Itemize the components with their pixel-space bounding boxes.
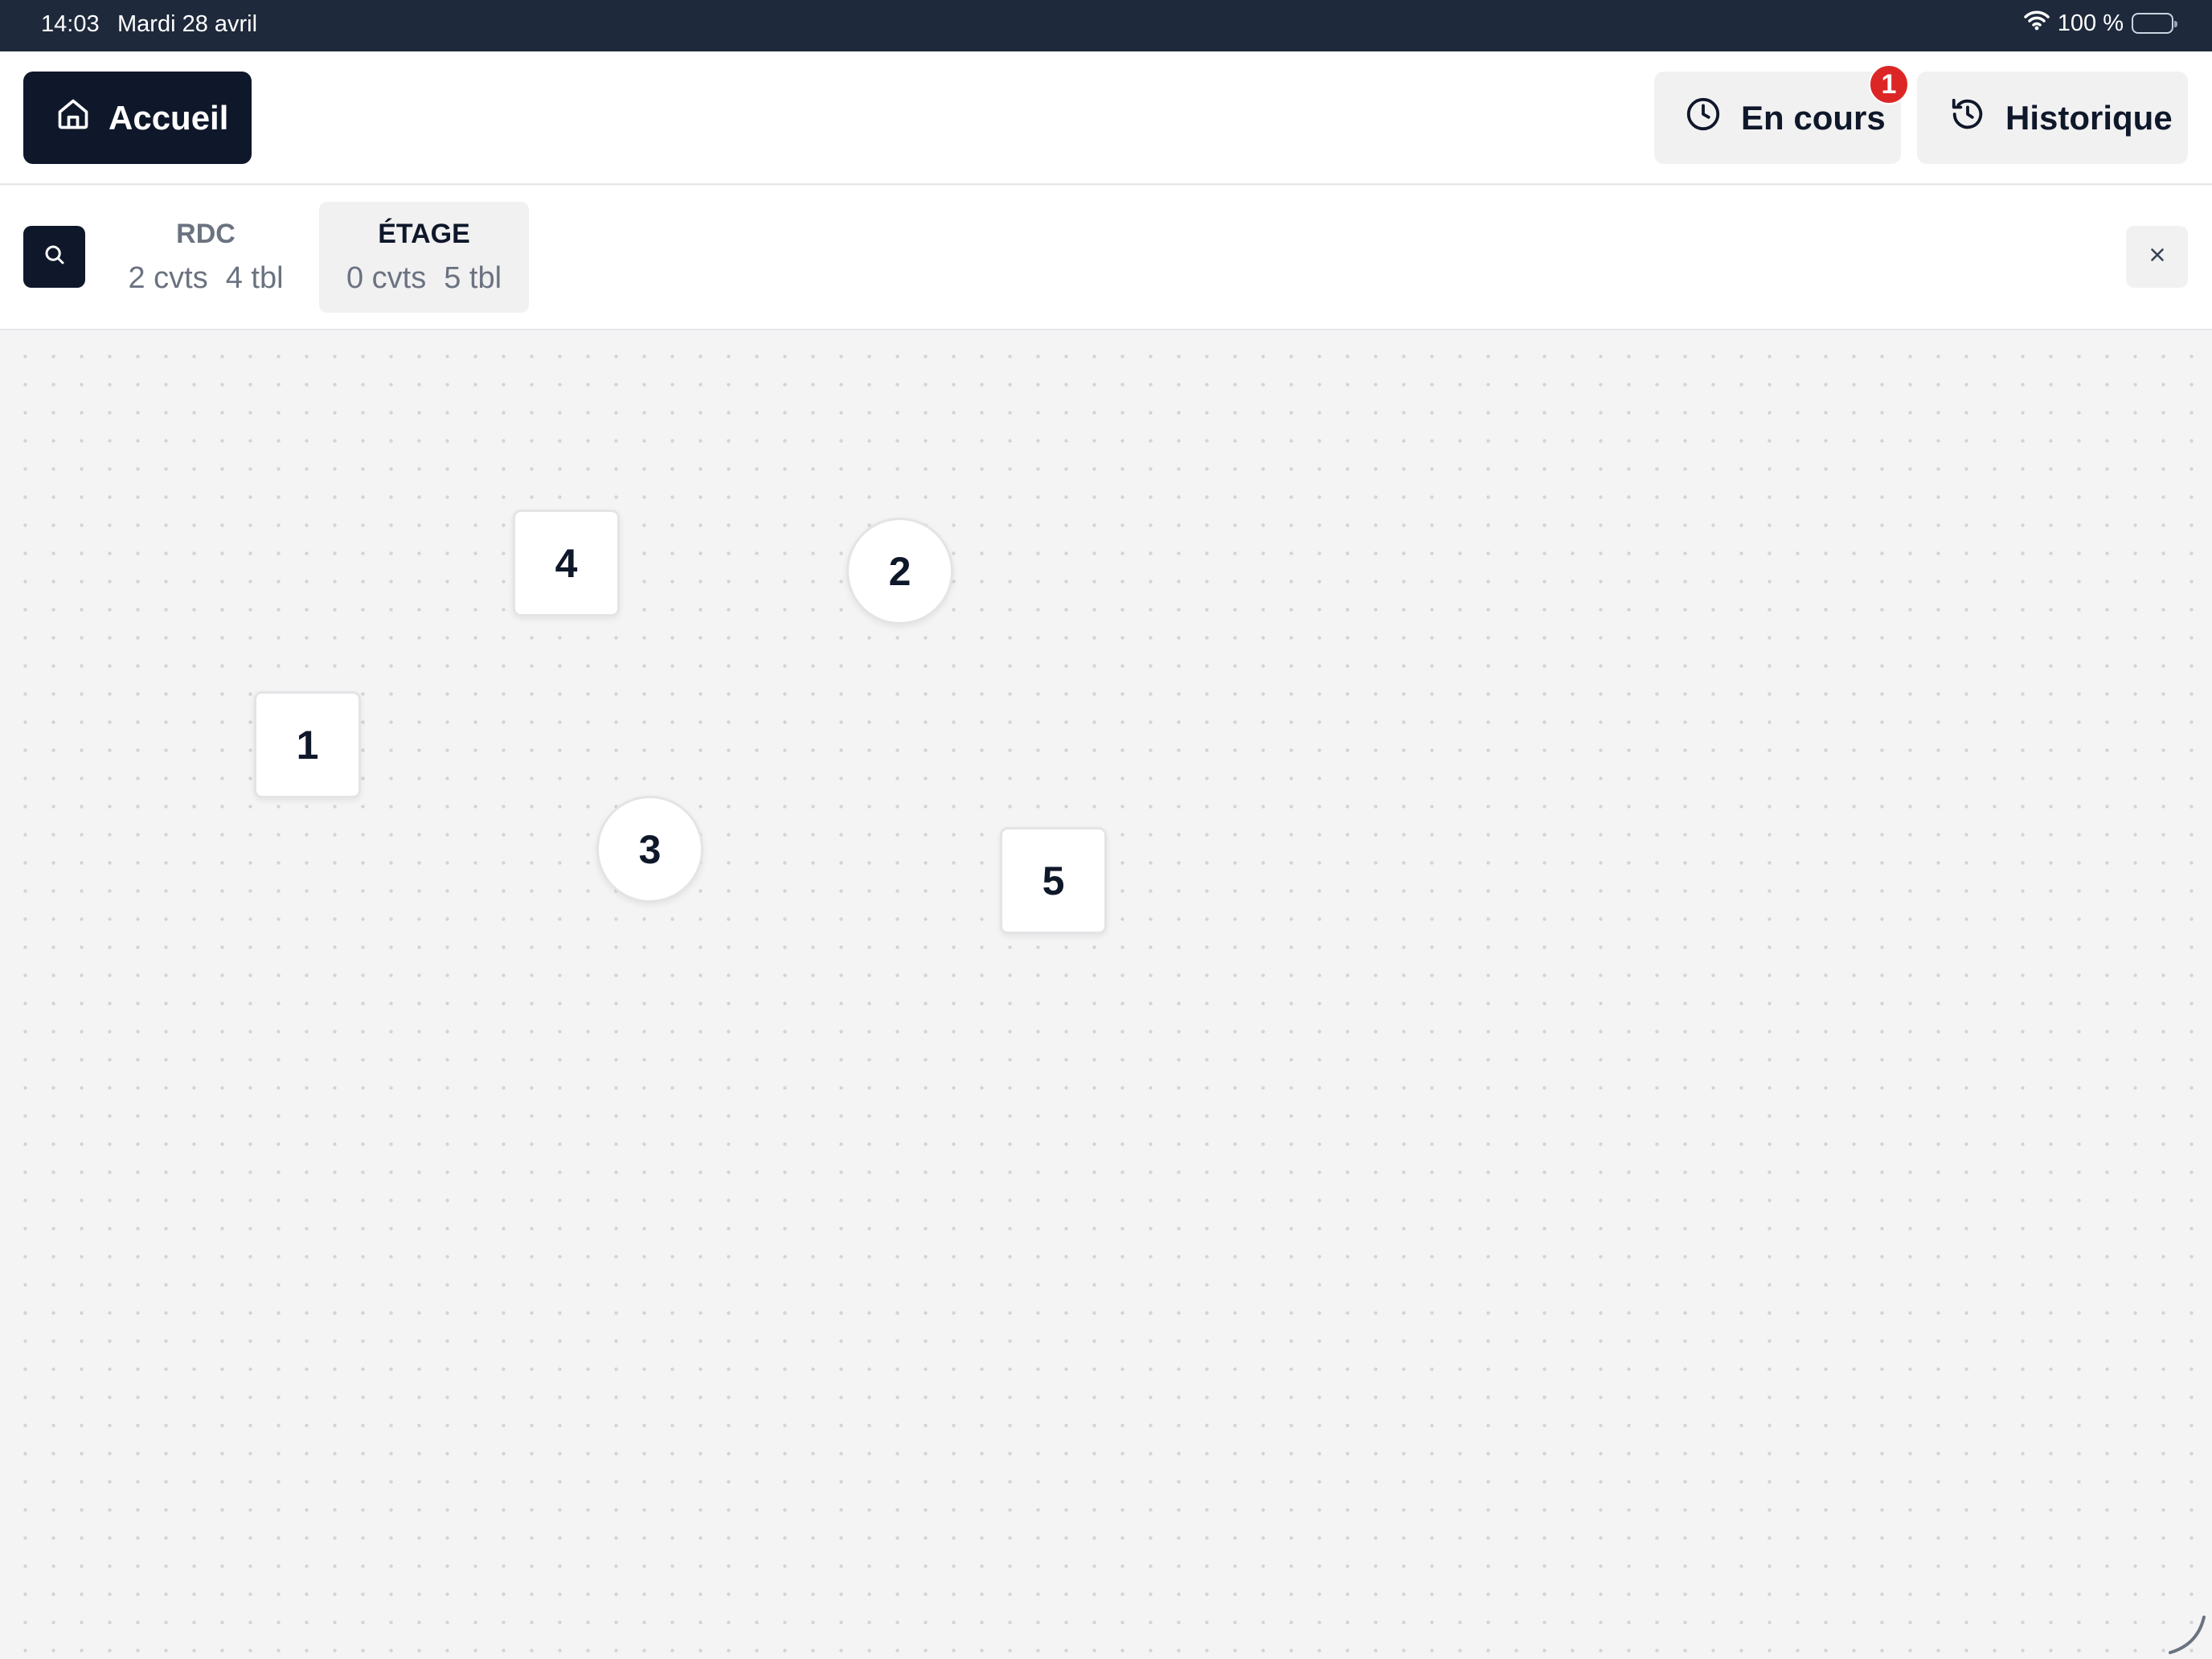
floor-tables: 4 tbl	[225, 261, 284, 295]
home-button-label: Accueil	[109, 98, 229, 137]
table-5[interactable]: 5	[1000, 827, 1107, 934]
floor-tab-name: ÉTAGE	[378, 219, 470, 249]
floor-tab-etage[interactable]: ÉTAGE 0 cvts 5 tbl	[319, 202, 529, 313]
floor-tab-stats: 2 cvts 4 tbl	[128, 261, 283, 296]
home-button[interactable]: Accueil	[23, 72, 252, 164]
battery-icon	[2132, 13, 2177, 34]
floor-bar: RDC 2 cvts 4 tbl ÉTAGE 0 cvts 5 tbl	[0, 186, 2212, 330]
floor-tab-stats: 0 cvts 5 tbl	[346, 261, 502, 296]
floor-tables: 5 tbl	[444, 261, 502, 295]
table-4[interactable]: 4	[513, 510, 620, 616]
history-icon	[1949, 96, 1986, 141]
floor-covers: 2 cvts	[128, 261, 208, 295]
search-button[interactable]	[23, 226, 85, 288]
battery-percent: 100 %	[2057, 10, 2124, 36]
status-time: 14:03	[41, 11, 100, 37]
clock-icon	[1685, 96, 1722, 141]
floor-covers: 0 cvts	[346, 261, 427, 295]
close-button[interactable]	[2126, 226, 2188, 288]
historique-button[interactable]: Historique	[1917, 72, 2188, 164]
en-cours-count-badge: 1	[1869, 64, 1909, 104]
floor-tab-rdc[interactable]: RDC 2 cvts 4 tbl	[111, 202, 301, 313]
close-icon	[2147, 244, 2168, 269]
floor-plan-canvas[interactable]: 4 2 1 3 5	[0, 331, 2212, 1659]
table-2[interactable]: 2	[846, 518, 953, 625]
table-3[interactable]: 3	[596, 796, 703, 903]
table-1[interactable]: 1	[254, 691, 361, 798]
floor-tab-name: RDC	[176, 219, 236, 249]
historique-label: Historique	[2005, 98, 2173, 137]
en-cours-label: En cours	[1741, 98, 1886, 137]
search-icon	[43, 243, 67, 271]
home-icon	[55, 96, 91, 140]
resize-handle-icon[interactable]	[2162, 1609, 2210, 1657]
wifi-icon	[2024, 10, 2050, 37]
en-cours-button[interactable]: En cours	[1654, 72, 1901, 164]
app-root: 14:03 Mardi 28 avril 100 % Accueil En co…	[0, 0, 2212, 1659]
status-bar: 14:03 Mardi 28 avril 100 %	[0, 0, 2212, 51]
status-date: Mardi 28 avril	[117, 11, 258, 37]
status-right: 100 %	[2024, 10, 2177, 37]
